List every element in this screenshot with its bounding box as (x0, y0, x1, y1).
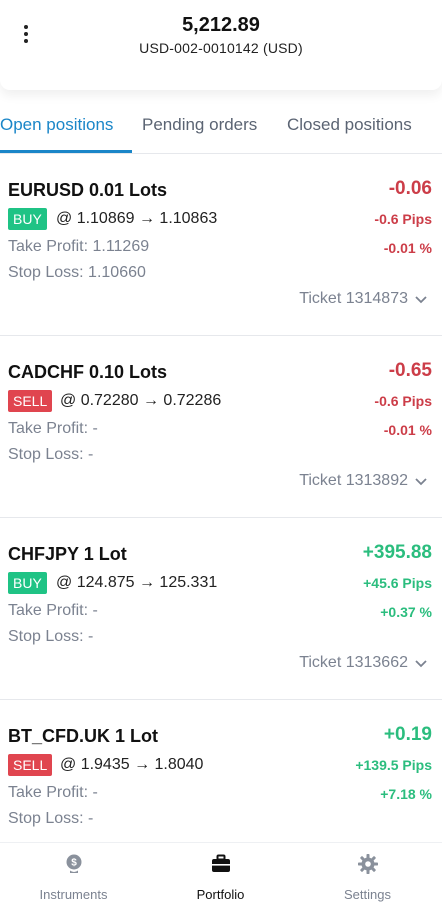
position-profit: -0.06 (388, 178, 432, 199)
position-profit: +395.88 (362, 542, 432, 563)
take-profit: Take Profit: - (8, 420, 98, 437)
nav-portfolio[interactable]: Portfolio (147, 843, 294, 902)
position-card[interactable]: CADCHF 0.10 Lots SELL @ 0.72280 → 0.7228… (0, 336, 442, 518)
nav-settings[interactable]: Settings (294, 843, 441, 902)
nav-label: Instruments (39, 887, 108, 902)
open-current-price: @ 124.875 → 125.331 (56, 574, 218, 591)
account-header: 5,212.89 USD-002-0010142 (USD) (0, 0, 442, 90)
open-current-price: @ 1.10869 → 1.10863 (56, 210, 218, 227)
tab-pending-orders[interactable]: Pending orders (142, 115, 257, 135)
ticket-toggle[interactable]: Ticket 1313892 (299, 472, 428, 490)
position-tabs: Open positions Pending orders Closed pos… (0, 100, 442, 154)
svg-text:$: $ (71, 858, 77, 869)
chevron-down-icon (415, 296, 427, 304)
side-badge: SELL (8, 754, 53, 776)
position-profit: -0.65 (388, 360, 432, 381)
position-symbol: BT_CFD.UK 1 Lot (8, 726, 158, 746)
take-profit: Take Profit: - (8, 784, 98, 801)
tab-open-positions[interactable]: Open positions (0, 115, 113, 135)
side-badge: BUY (8, 572, 47, 594)
account-balance: 5,212.89 (182, 14, 260, 36)
take-profit: Take Profit: 1.11269 (8, 238, 150, 255)
position-profit: +0.19 (383, 724, 432, 745)
position-pips: +139.5 Pips (355, 757, 432, 773)
side-badge: BUY (8, 208, 47, 230)
position-card[interactable]: BT_CFD.UK 1 Lot SELL @ 1.9435 → 1.8040 T… (0, 700, 442, 844)
side-badge: SELL (8, 390, 53, 412)
chevron-down-icon (415, 660, 427, 668)
open-current-price: @ 0.72280 → 0.72286 (60, 392, 222, 409)
position-symbol: EURUSD 0.01 Lots (8, 180, 168, 200)
bottom-navigation: $ Instruments Portfolio Settings (0, 842, 442, 902)
position-percent: +0.37 % (380, 604, 432, 620)
ticket-number: Ticket 1313892 (299, 472, 408, 489)
stop-loss: Stop Loss: 1.10660 (8, 264, 146, 281)
dollar-bag-icon: $ (66, 854, 81, 873)
position-symbol: CHFJPY 1 Lot (8, 544, 127, 564)
position-pips: +45.6 Pips (363, 575, 432, 591)
nav-label: Settings (344, 887, 391, 902)
nav-instruments[interactable]: $ Instruments (0, 843, 147, 902)
stop-loss: Stop Loss: - (8, 810, 94, 827)
ticket-toggle[interactable]: Ticket 1314873 (299, 290, 428, 308)
take-profit: Take Profit: - (8, 602, 98, 619)
stop-loss: Stop Loss: - (8, 628, 94, 645)
stop-loss: Stop Loss: - (8, 446, 94, 463)
position-percent: -0.01 % (383, 240, 432, 256)
nav-label: Portfolio (196, 887, 245, 902)
gear-icon (357, 854, 378, 874)
position-symbol: CADCHF 0.10 Lots (8, 362, 168, 382)
position-card[interactable]: CHFJPY 1 Lot BUY @ 124.875 → 125.331 Tak… (0, 518, 442, 700)
position-pips: -0.6 Pips (374, 211, 432, 227)
briefcase-icon (211, 854, 230, 872)
position-pips: -0.6 Pips (374, 393, 432, 409)
positions-list[interactable]: EURUSD 0.01 Lots BUY @ 1.10869 → 1.10863… (0, 154, 442, 844)
tab-closed-positions[interactable]: Closed positions (287, 115, 412, 135)
ticket-toggle[interactable]: Ticket 1313662 (299, 654, 428, 672)
open-current-price: @ 1.9435 → 1.8040 (60, 756, 204, 773)
position-percent: +7.18 % (380, 786, 432, 802)
ticket-number: Ticket 1313662 (299, 654, 408, 671)
chevron-down-icon (415, 478, 427, 486)
account-id: USD-002-0010142 (USD) (139, 40, 303, 56)
active-tab-indicator (0, 150, 132, 153)
position-percent: -0.01 % (383, 422, 432, 438)
ticket-number: Ticket 1314873 (299, 290, 408, 307)
position-card[interactable]: EURUSD 0.01 Lots BUY @ 1.10869 → 1.10863… (0, 154, 442, 336)
